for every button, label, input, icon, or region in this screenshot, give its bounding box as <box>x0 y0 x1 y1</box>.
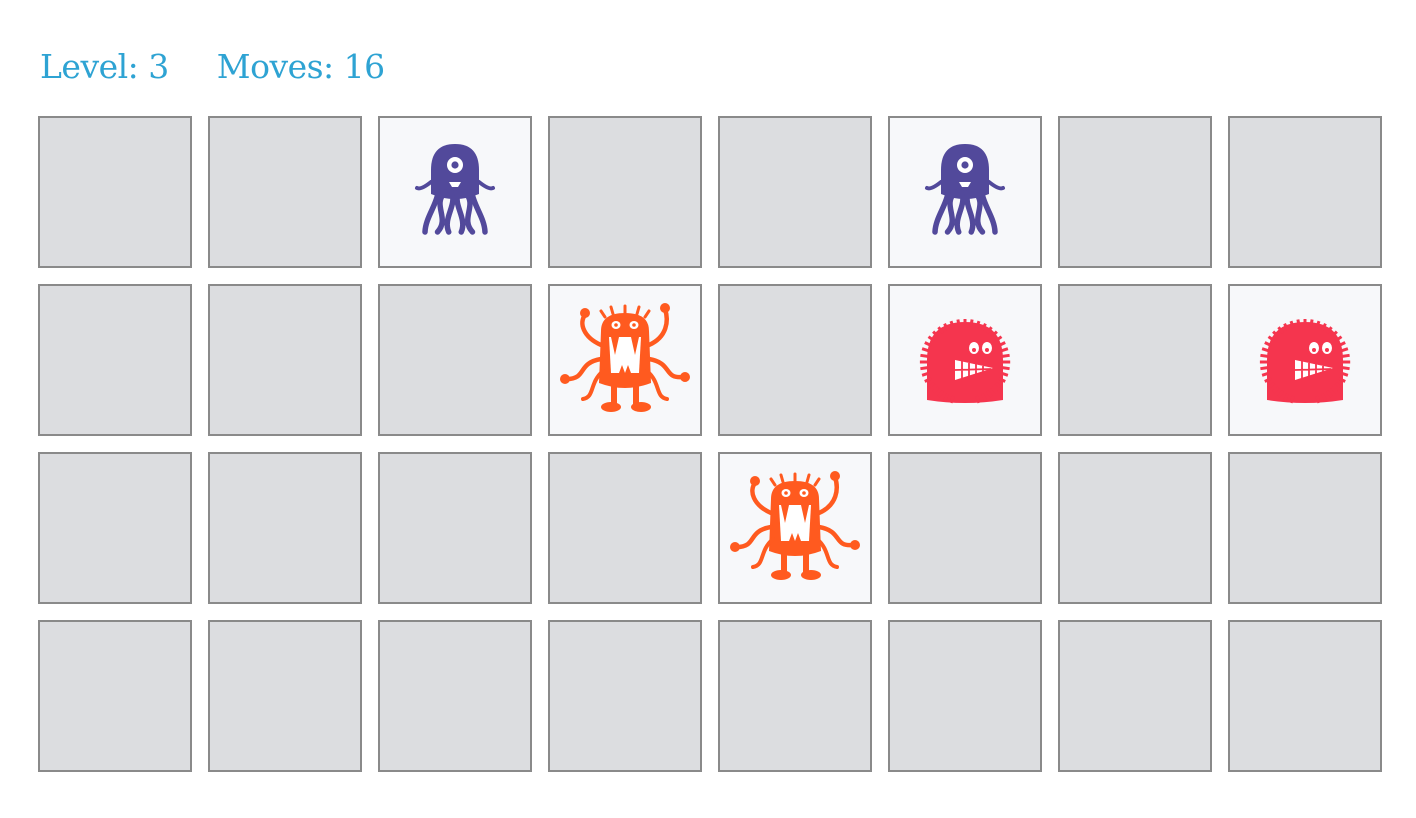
moves-label: Moves: <box>216 46 344 86</box>
card-r2-c1[interactable] <box>38 284 192 436</box>
card-r3-c3[interactable] <box>378 452 532 604</box>
red-fuzzy-monster-icon <box>915 308 1015 412</box>
card-r1-c6[interactable] <box>888 116 1042 268</box>
card-r4-c5[interactable] <box>718 620 872 772</box>
card-r4-c4[interactable] <box>548 620 702 772</box>
moves-display: Moves: 16 <box>217 47 385 86</box>
card-r2-c6[interactable] <box>888 284 1042 436</box>
card-r4-c1[interactable] <box>38 620 192 772</box>
card-r1-c3[interactable] <box>378 116 532 268</box>
orange-tentacle-monster-icon <box>553 301 697 419</box>
card-r3-c6[interactable] <box>888 452 1042 604</box>
level-label: Level: <box>40 46 149 86</box>
card-r3-c5[interactable] <box>718 452 872 604</box>
card-r2-c3[interactable] <box>378 284 532 436</box>
card-r2-c2[interactable] <box>208 284 362 436</box>
card-r1-c7[interactable] <box>1058 116 1212 268</box>
card-r2-c4[interactable] <box>548 284 702 436</box>
card-r1-c8[interactable] <box>1228 116 1382 268</box>
game-header: Level: 3 Moves: 16 <box>40 42 385 90</box>
card-r1-c5[interactable] <box>718 116 872 268</box>
red-fuzzy-monster-icon <box>1255 308 1355 412</box>
card-r2-c5[interactable] <box>718 284 872 436</box>
memory-game: Level: 3 Moves: 16 <box>0 0 1416 818</box>
card-r3-c1[interactable] <box>38 452 192 604</box>
card-r4-c8[interactable] <box>1228 620 1382 772</box>
card-r1-c4[interactable] <box>548 116 702 268</box>
card-r2-c8[interactable] <box>1228 284 1382 436</box>
card-r3-c4[interactable] <box>548 452 702 604</box>
card-r4-c6[interactable] <box>888 620 1042 772</box>
level-value: 3 <box>148 46 169 86</box>
orange-tentacle-monster-icon <box>723 469 867 587</box>
purple-octopus-monster-icon <box>915 130 1015 254</box>
card-r4-c3[interactable] <box>378 620 532 772</box>
purple-octopus-monster-icon <box>405 130 505 254</box>
card-r1-c2[interactable] <box>208 116 362 268</box>
card-r1-c1[interactable] <box>38 116 192 268</box>
card-grid <box>38 116 1382 772</box>
card-r2-c7[interactable] <box>1058 284 1212 436</box>
card-r4-c7[interactable] <box>1058 620 1212 772</box>
level-display: Level: 3 <box>40 47 169 86</box>
card-r4-c2[interactable] <box>208 620 362 772</box>
card-r3-c7[interactable] <box>1058 452 1212 604</box>
card-r3-c8[interactable] <box>1228 452 1382 604</box>
card-r3-c2[interactable] <box>208 452 362 604</box>
moves-value: 16 <box>343 46 386 86</box>
